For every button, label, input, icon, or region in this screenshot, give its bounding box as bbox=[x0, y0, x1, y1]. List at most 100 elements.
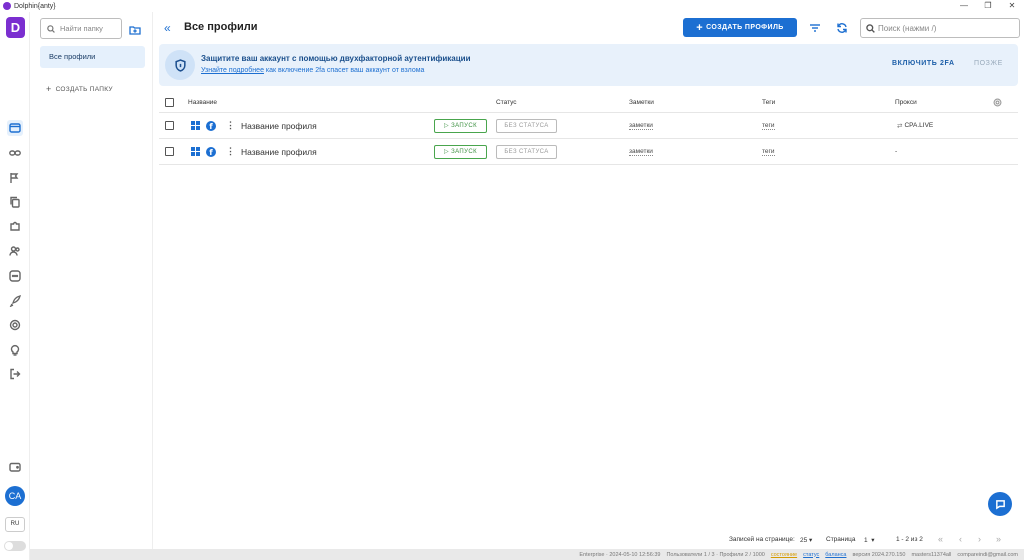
folder-search-input[interactable]: Найти папку bbox=[40, 18, 122, 39]
api-icon[interactable] bbox=[7, 268, 23, 284]
next-page-icon[interactable]: › bbox=[978, 534, 981, 544]
lightbulb-icon[interactable] bbox=[7, 342, 23, 358]
run-button[interactable]: ▷ ЗАПУСК bbox=[434, 139, 487, 164]
brand-logo[interactable]: D bbox=[6, 17, 25, 38]
language-switch[interactable]: RU bbox=[5, 517, 25, 532]
proxy-name: - bbox=[895, 148, 898, 155]
notes-cell[interactable]: заметки bbox=[629, 113, 653, 138]
status-badge-label: БЕЗ СТАТУСА bbox=[496, 118, 557, 133]
table-row[interactable]: f ⋮ Название профиля ▷ ЗАПУСК БЕЗ СТАТУС… bbox=[159, 113, 1018, 139]
flag-icon[interactable] bbox=[7, 170, 23, 186]
maximize-button[interactable]: ❐ bbox=[976, 0, 1000, 12]
search-icon bbox=[47, 24, 55, 33]
state-link[interactable]: состояние bbox=[771, 552, 797, 558]
user-info: masters11374all bbox=[911, 551, 952, 558]
first-page-icon[interactable]: « bbox=[938, 534, 943, 544]
folder-item-all-profiles[interactable]: Все профили bbox=[40, 46, 145, 68]
per-page-value: 25 bbox=[800, 537, 808, 544]
notes-text: заметки bbox=[629, 147, 653, 156]
column-header-tags[interactable]: Теги bbox=[762, 93, 775, 112]
avatar[interactable]: CA bbox=[5, 486, 25, 506]
column-header-notes[interactable]: Заметки bbox=[629, 93, 654, 112]
enable-2fa-button[interactable]: ВКЛЮЧИТЬ 2FA bbox=[892, 60, 955, 67]
facebook-icon: f bbox=[206, 113, 216, 138]
folder-search-placeholder: Найти папку bbox=[60, 24, 103, 33]
notes-text: заметки bbox=[629, 121, 653, 130]
chat-support-button[interactable] bbox=[988, 492, 1012, 516]
run-button-label: ЗАПУСК bbox=[451, 148, 477, 155]
profile-name[interactable]: Название профиля bbox=[241, 113, 317, 138]
prev-page-icon[interactable]: ‹ bbox=[959, 534, 962, 544]
filter-icon[interactable] bbox=[809, 21, 821, 33]
add-folder-icon[interactable] bbox=[129, 23, 141, 35]
banner-subtitle: Узнайте подробнее как включение 2fa спас… bbox=[201, 67, 424, 74]
collapse-panel-icon[interactable]: « bbox=[164, 22, 176, 34]
close-button[interactable]: ✕ bbox=[1000, 0, 1024, 12]
twofa-banner: Защитите ваш аккаунт с помощью двухфакто… bbox=[159, 44, 1018, 86]
facebook-icon: f bbox=[206, 139, 216, 164]
tags-cell[interactable]: теги bbox=[762, 113, 775, 138]
window-titlebar: Dolphin{anty} — ❐ ✕ bbox=[0, 0, 1024, 12]
tags-text: теги bbox=[762, 121, 775, 130]
logout-icon[interactable] bbox=[7, 366, 23, 382]
status-bar: Enterprise · 2024-05-10 12:56:39 Пользов… bbox=[30, 549, 1024, 560]
column-header-proxy[interactable]: Прокси bbox=[895, 93, 917, 112]
status-link[interactable]: статус bbox=[803, 552, 819, 558]
theme-toggle[interactable] bbox=[4, 541, 26, 551]
per-page-label: Записей на странице: bbox=[729, 536, 795, 543]
table-row[interactable]: f ⋮ Название профиля ▷ ЗАПУСК БЕЗ СТАТУС… bbox=[159, 139, 1018, 165]
row-checkbox[interactable] bbox=[165, 139, 174, 164]
column-header-name[interactable]: Название bbox=[188, 93, 217, 112]
tags-text: теги bbox=[762, 147, 775, 156]
status-badge[interactable]: БЕЗ СТАТУСА bbox=[496, 139, 557, 164]
row-menu-icon[interactable]: ⋮ bbox=[226, 113, 235, 138]
column-settings-icon[interactable] bbox=[993, 93, 1002, 112]
last-page-icon[interactable]: » bbox=[996, 534, 1001, 544]
windows-icon bbox=[191, 113, 200, 138]
per-page-select[interactable]: 25 ▾ bbox=[800, 536, 812, 544]
folders-panel: Найти папку Все профили + СОЗДАТЬ ПАПКУ bbox=[34, 12, 153, 549]
minimize-button[interactable]: — bbox=[952, 0, 976, 12]
window-controls: — ❐ ✕ bbox=[952, 0, 1024, 12]
window-title: Dolphin{anty} bbox=[14, 2, 56, 10]
browser-profiles-icon[interactable] bbox=[7, 120, 23, 136]
plus-icon: + bbox=[46, 84, 52, 94]
chat-icon bbox=[995, 499, 1005, 510]
page-title: Все профили bbox=[184, 21, 258, 33]
billing-link[interactable]: баланса bbox=[825, 552, 846, 558]
row-checkbox[interactable] bbox=[165, 113, 174, 138]
windows-icon bbox=[191, 139, 200, 164]
page-select[interactable]: 1 ▾ bbox=[864, 536, 875, 544]
shield-icon bbox=[165, 50, 195, 80]
create-profile-button[interactable]: + СОЗДАТЬ ПРОФИЛЬ bbox=[683, 18, 797, 37]
run-button[interactable]: ▷ ЗАПУСК bbox=[434, 113, 487, 138]
column-header-status[interactable]: Статус bbox=[496, 93, 517, 112]
banner-learn-more-link[interactable]: Узнайте подробнее bbox=[201, 67, 264, 74]
copy-icon[interactable] bbox=[7, 194, 23, 210]
run-button-label: ЗАПУСК bbox=[451, 122, 477, 129]
users-icon[interactable] bbox=[7, 243, 23, 259]
notes-cell[interactable]: заметки bbox=[629, 139, 653, 164]
rocket-icon[interactable] bbox=[7, 293, 23, 309]
row-menu-icon[interactable]: ⋮ bbox=[226, 139, 235, 164]
proxy-name: CPA.LIVE bbox=[904, 122, 934, 129]
main-content: « Все профили + СОЗДАТЬ ПРОФИЛЬ Поиск (н… bbox=[153, 12, 1024, 549]
tags-cell[interactable]: теги bbox=[762, 139, 775, 164]
profile-search-input[interactable]: Поиск (нажми /) bbox=[860, 18, 1020, 38]
settings-icon[interactable] bbox=[7, 317, 23, 333]
create-folder-button[interactable]: + СОЗДАТЬ ПАПКУ bbox=[46, 84, 113, 94]
link-icon[interactable] bbox=[7, 145, 23, 161]
select-all-checkbox[interactable] bbox=[165, 93, 174, 112]
table-header: Название Статус Заметки Теги Прокси bbox=[159, 93, 1018, 113]
email-info: compareindi@gmail.com bbox=[957, 551, 1018, 558]
profile-search-placeholder: Поиск (нажми /) bbox=[878, 23, 937, 33]
later-button[interactable]: ПОЗЖЕ bbox=[974, 60, 1003, 67]
proxy-cell[interactable]: - bbox=[895, 139, 897, 164]
wallet-icon[interactable] bbox=[7, 459, 23, 475]
proxy-cell[interactable]: ⇄ CPA.LIVE bbox=[897, 113, 933, 138]
status-badge[interactable]: БЕЗ СТАТУСА bbox=[496, 113, 557, 138]
nav-rail: D CA RU bbox=[0, 12, 30, 560]
profile-name[interactable]: Название профиля bbox=[241, 139, 317, 164]
extensions-icon[interactable] bbox=[7, 218, 23, 234]
refresh-icon[interactable] bbox=[836, 21, 848, 33]
